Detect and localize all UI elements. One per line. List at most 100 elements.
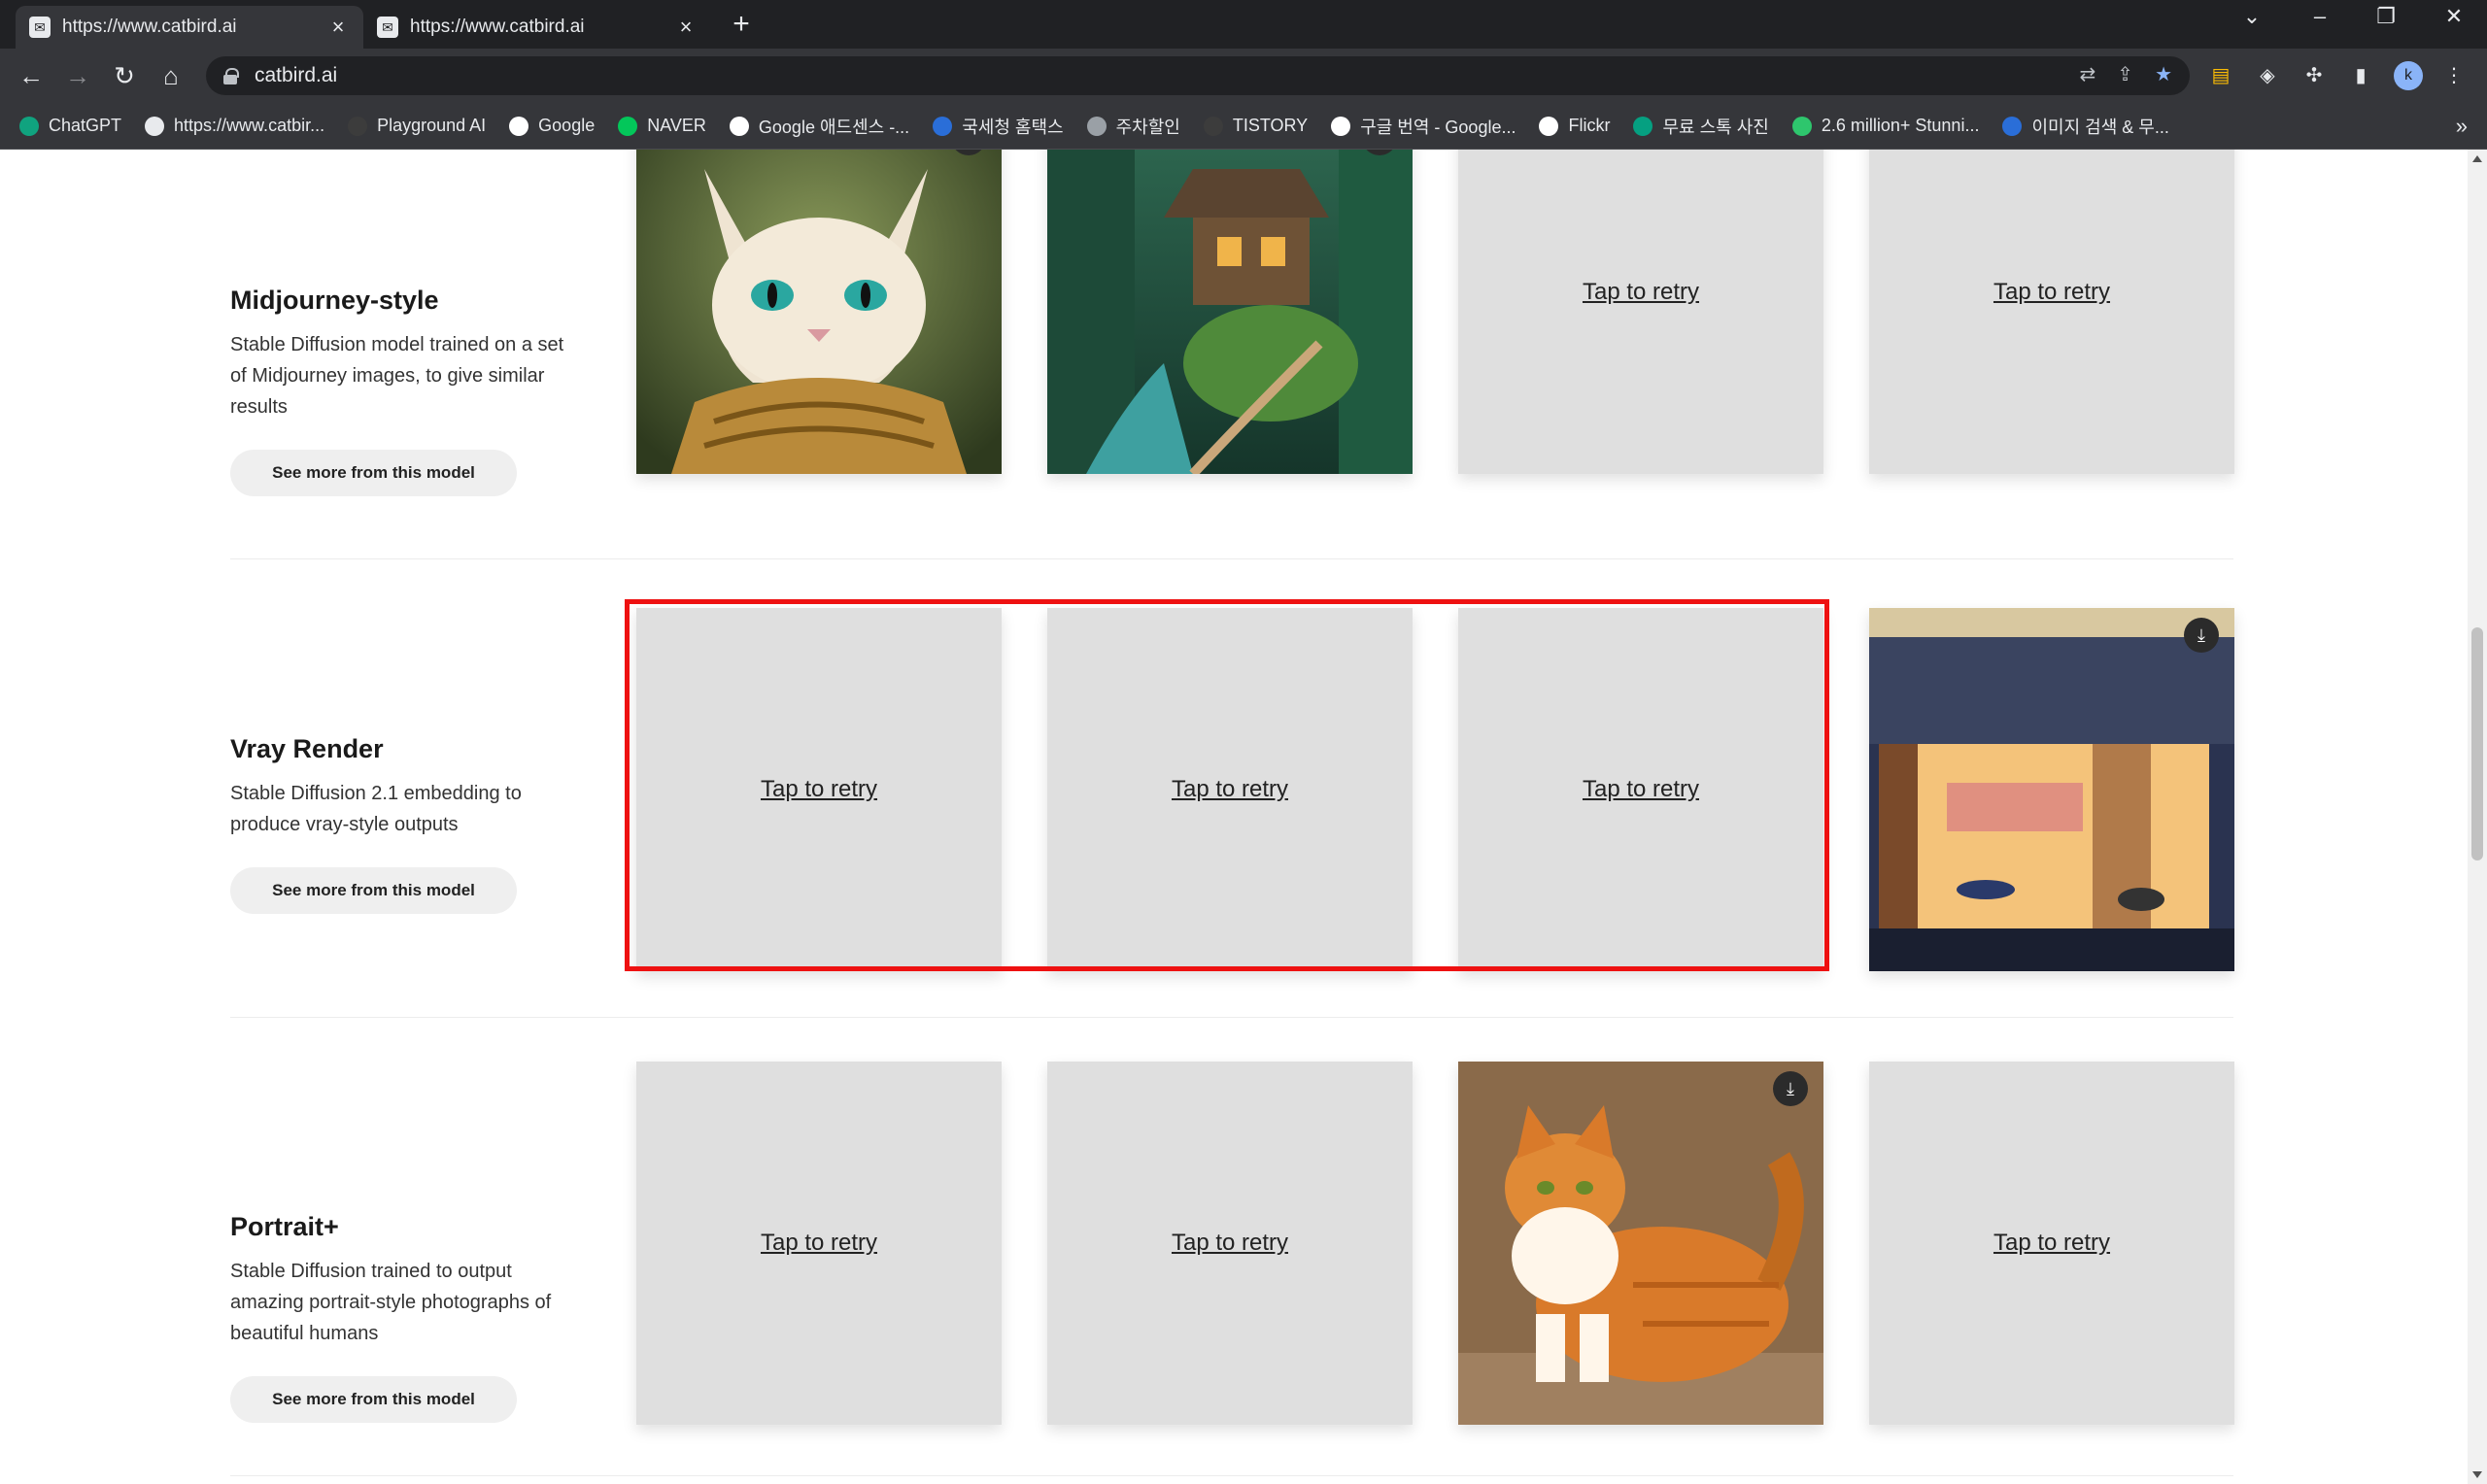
retry-card[interactable]: Tap to retry [1047,1062,1413,1425]
pixabay-icon [1791,116,1812,136]
ph-icon [2002,116,2023,136]
row-divider [230,1475,2233,1476]
bookmark-item[interactable]: ChatGPT [19,116,121,136]
google-icon [1331,116,1351,136]
tap-to-retry-link[interactable]: Tap to retry [1993,279,2110,306]
model-info: Midjourney-style Stable Diffusion model … [230,286,580,496]
retry-card[interactable]: Tap to retry [1869,1062,2234,1425]
retry-card[interactable]: Tap to retry [1458,150,1823,474]
bookmark-item[interactable]: Playground AI [348,116,486,136]
tap-to-retry-link[interactable]: Tap to retry [1993,1230,2110,1257]
pexels-icon [1633,116,1653,136]
bookmark-label: 국세청 홈택스 [962,117,1064,137]
share-icon[interactable]: ⇪ [2117,62,2133,86]
download-icon[interactable]: ⤓ [1773,1071,1808,1106]
generated-image-tabby[interactable]: ⤓ [1458,1062,1823,1425]
scroll-up-arrow-icon[interactable] [2472,155,2482,162]
new-tab-button[interactable]: + [727,8,756,43]
extensions-puzzle-icon[interactable]: ✣ [2299,60,2330,91]
model-title: Portrait+ [230,1212,339,1241]
bookmark-star-icon[interactable]: ★ [2155,62,2172,86]
address-bar[interactable]: catbird.ai ⇄ ⇪ ★ [206,56,2190,95]
bookmark-label: 2.6 million+ Stunni... [1821,116,1980,135]
bookmark-label: 이미지 검색 & 무... [2031,117,2169,137]
see-more-button[interactable]: See more from this model [230,1376,517,1423]
back-icon[interactable]: ← [14,58,49,93]
bookmark-item[interactable]: TISTORY [1203,116,1309,136]
translate-icon[interactable]: ⇄ [2080,62,2096,86]
bookmark-item[interactable]: 2.6 million+ Stunni... [1791,116,1980,136]
address-url[interactable]: catbird.ai [255,64,337,87]
close-window-button[interactable]: ✕ [2435,4,2473,29]
close-tab-icon[interactable]: × [674,15,698,40]
hometax-icon [933,116,953,136]
model-description: Stable Diffusion trained to output amazi… [230,1261,552,1344]
bookmarks-bar: ChatGPT https://www.catbir... Playground A… [0,103,2487,150]
tap-to-retry-link[interactable]: Tap to retry [1172,1230,1288,1257]
model-row-midjourney: Midjourney-style Stable Diffusion model … [230,150,2234,559]
bookmark-label: Flickr [1568,116,1611,135]
retry-card[interactable]: Tap to retry [636,1062,1002,1425]
bookmark-item[interactable]: 이미지 검색 & 무... [2002,114,2169,139]
forest-treehouse-image [1047,150,1413,474]
bookmark-label: 구글 번역 - Google... [1360,117,1516,137]
bookmark-item[interactable]: https://www.catbir... [145,116,324,136]
highlight-box [625,599,1829,971]
profile-avatar[interactable]: k [2394,61,2423,90]
bookmark-item[interactable]: 구글 번역 - Google... [1331,114,1516,139]
download-icon[interactable]: ⤓ [2184,618,2219,653]
see-more-button[interactable]: See more from this model [230,450,517,496]
tab-strip: ✉ https://www.catbird.ai × ✉ https://www… [0,0,2487,49]
globe-icon [1086,116,1107,136]
page-scrollbar[interactable] [2468,150,2487,1484]
bookmark-item[interactable]: Flickr [1539,116,1610,136]
bookmark-label: TISTORY [1232,116,1309,135]
google-icon [729,116,749,136]
bookmark-item[interactable]: 무료 스톡 사진 [1633,114,1769,139]
menu-kebab-icon[interactable]: ⋮ [2438,60,2470,91]
home-icon[interactable]: ⌂ [153,58,188,93]
model-title: Vray Render [230,734,384,763]
tab-title: https://www.catbird.ai [410,17,585,37]
scroll-down-arrow-icon[interactable] [2472,1471,2482,1478]
tap-to-retry-link[interactable]: Tap to retry [761,1230,877,1257]
tab-catbird-2[interactable]: ✉ https://www.catbird.ai × [363,6,711,49]
see-more-button[interactable]: See more from this model [230,867,517,914]
bookmark-item[interactable]: 주차할인 [1086,114,1180,139]
modern-interior-render-image [1869,608,2234,971]
model-title: Midjourney-style [230,286,439,315]
model-row-portrait: Portrait+ Stable Diffusion trained to ou… [230,1018,2234,1476]
bookmark-item[interactable]: Google 애드센스 -... [729,114,909,139]
side-panel-icon[interactable]: ▮ [2345,60,2376,91]
bookmark-label: ChatGPT [49,116,122,135]
restore-button[interactable]: ❐ [2367,4,2405,29]
reload-icon[interactable]: ↻ [107,58,142,93]
generated-image-interior[interactable]: ⤓ [1869,608,2234,971]
extension-gpt-icon[interactable]: ◈ [2252,60,2283,91]
tab-catbird-1[interactable]: ✉ https://www.catbird.ai × [16,6,363,49]
bookmark-label: https://www.catbir... [174,116,325,135]
bookmark-item[interactable]: Google [509,116,595,136]
bookmark-item[interactable]: 국세청 홈택스 [933,114,1064,139]
bookmarks-overflow-icon[interactable]: » [2456,114,2468,139]
tap-to-retry-link[interactable]: Tap to retry [1583,279,1699,306]
catbird-icon [145,116,165,136]
extension-notes-icon[interactable]: ▤ [2205,60,2236,91]
flickr-icon [1539,116,1559,136]
bookmark-label: Playground AI [377,116,487,135]
lock-icon[interactable] [223,68,239,84]
forward-icon[interactable]: → [60,58,95,93]
chatgpt-icon [19,116,39,136]
minimize-button[interactable]: – [2300,4,2339,29]
close-tab-icon[interactable]: × [326,15,350,40]
tab-search-icon[interactable]: ⌄ [2232,4,2271,29]
scrollbar-thumb[interactable] [2471,627,2483,860]
retry-card[interactable]: Tap to retry [1869,150,2234,474]
orange-tabby-cat-image [1458,1062,1823,1425]
model-description: Stable Diffusion model trained on a set … [230,334,564,418]
generated-image-cat[interactable]: ⤓ [636,150,1002,474]
tistory-icon [1203,116,1223,136]
generated-image-treehouse[interactable]: ⤓ [1047,150,1413,474]
bookmark-item[interactable]: NAVER [618,116,706,136]
catbird-favicon-icon: ✉ [29,17,51,38]
